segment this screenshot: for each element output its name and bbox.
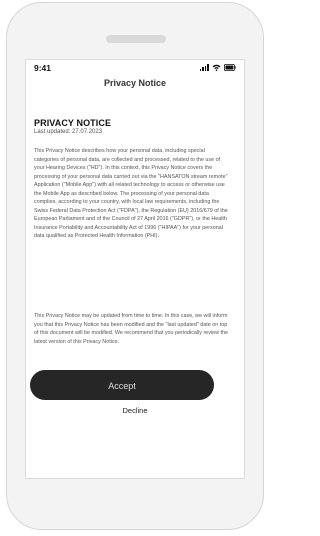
notice-paragraph-2: This Privacy Notice may be updated from …: [34, 313, 229, 345]
status-icons: [199, 64, 236, 71]
last-updated-text: Last updated: 27.07.2023: [34, 129, 103, 135]
phone-speaker: [106, 35, 166, 43]
status-time: 9:41: [34, 63, 52, 73]
notice-paragraph-1: This Privacy Notice describes how your p…: [34, 148, 228, 240]
wifi-icon: [212, 64, 221, 71]
privacy-notice-content[interactable]: PRIVACY NOTICE Last updated: 27.07.2023 …: [34, 118, 230, 345]
app-screen: 9:41 Privacy Notice PRIVACY NOTICE Last …: [25, 59, 245, 479]
status-bar: 9:41: [26, 60, 244, 74]
phone-mockup: 9:41 Privacy Notice PRIVACY NOTICE Last …: [6, 2, 264, 530]
notice-heading: PRIVACY NOTICE: [34, 118, 112, 128]
signal-icon: [199, 64, 209, 71]
page: 9:41 Privacy Notice PRIVACY NOTICE Last …: [0, 0, 270, 536]
page-title: Privacy Notice: [103, 78, 167, 88]
battery-icon: [224, 64, 236, 71]
decline-button[interactable]: Decline: [0, 406, 270, 415]
accept-button[interactable]: Accept: [30, 370, 214, 400]
